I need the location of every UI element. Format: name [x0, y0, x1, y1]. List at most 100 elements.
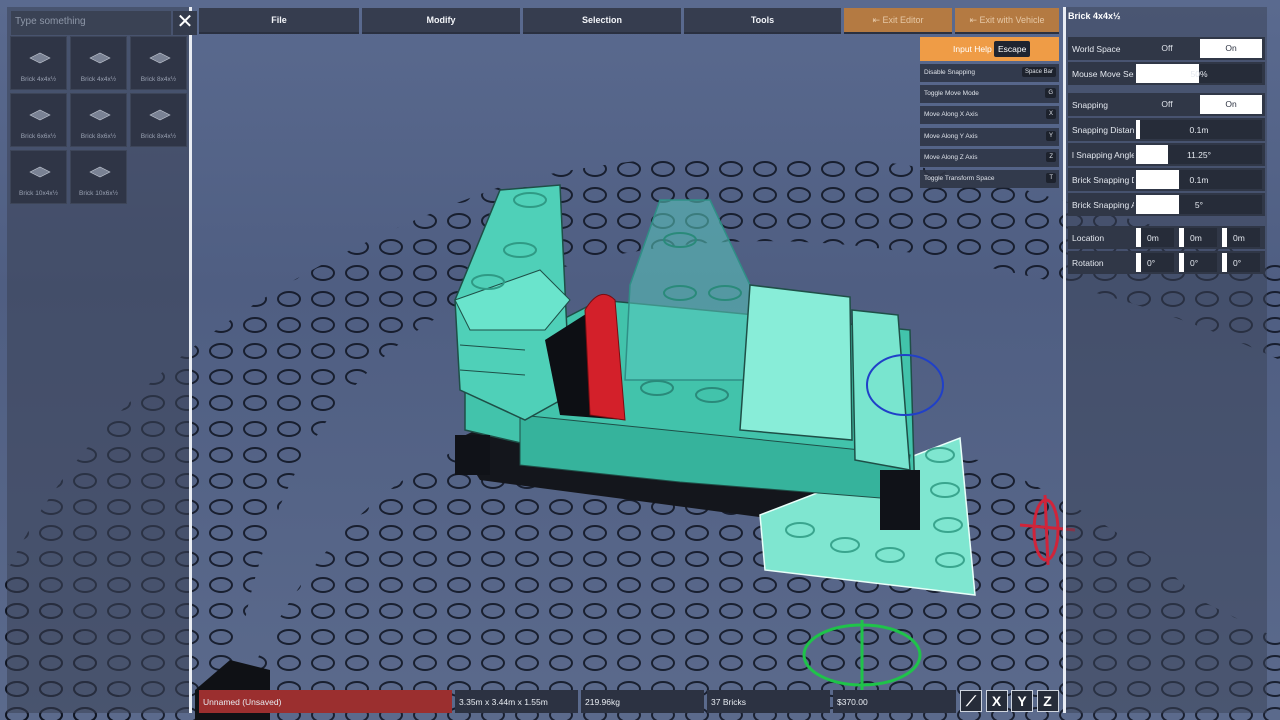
dimensions-status: 3.35m x 3.44m x 1.55m: [455, 690, 578, 713]
brick-tile[interactable]: Brick 10x4x½: [10, 150, 67, 204]
input-help-row-label: Move Along Z Axis: [924, 153, 978, 161]
brick-thumbnail-icon: [89, 52, 111, 64]
x-axis-icon[interactable]: X: [985, 690, 1008, 712]
location-y-field[interactable]: 0m: [1179, 228, 1217, 247]
input-help-row-label: Toggle Transform Space: [924, 175, 995, 182]
exit-with-vehicle-button[interactable]: ⇤ Exit with Vehicle: [955, 8, 1059, 34]
snapping-off-button[interactable]: Off: [1136, 95, 1198, 114]
input-help-row-key: Y: [1045, 130, 1056, 141]
snapping-label: Snapping: [1072, 100, 1108, 110]
input-help-row-key: Z: [1046, 151, 1056, 162]
snapping-row: Snapping Off On: [1068, 93, 1265, 116]
brick-snapping-angle-value: 5°: [1194, 200, 1204, 210]
brick-tile-label: Brick 10x4x½: [18, 190, 59, 197]
snapping-angle-value: 11.25°: [1186, 150, 1212, 160]
rotation-z-value: 0°: [1233, 258, 1242, 268]
input-help-row-label: Disable Snapping: [924, 69, 975, 76]
mouse-move-slider[interactable]: 50%: [1136, 64, 1262, 83]
input-help-button[interactable]: Input Help Escape: [920, 37, 1059, 61]
brick-thumbnail-icon: [29, 52, 51, 64]
brick-snapping-distance-value: 0.1m: [1189, 175, 1209, 185]
brick-tile[interactable]: Brick 10x6x½: [70, 150, 127, 204]
mouse-move-row: Mouse Move Sen 50%: [1068, 62, 1265, 85]
input-help-row-label: Toggle Move Mode: [924, 90, 979, 98]
brick-snapping-distance-row: Brick Snapping D 0.1m: [1068, 168, 1265, 191]
brick-snapping-angle-slider[interactable]: 5°: [1136, 195, 1262, 214]
location-y-value: 0m: [1190, 233, 1202, 243]
input-help-label: Input Help: [953, 44, 992, 54]
mouse-move-label: Mouse Move Sen: [1072, 69, 1134, 79]
location-z-value: 0m: [1233, 233, 1245, 243]
menu-selection[interactable]: Selection: [523, 8, 681, 34]
mass-status: 219.96kg: [581, 690, 704, 713]
snapping-distance-value: 0.1m: [1189, 125, 1209, 135]
menu-tools[interactable]: Tools: [684, 8, 841, 34]
world-space-off-button[interactable]: Off: [1136, 39, 1198, 58]
input-help-row-key: G: [1045, 88, 1056, 99]
brick-tile-label: Brick 8x4x½: [140, 76, 177, 83]
snapping-angle-slider[interactable]: 11.25°: [1136, 145, 1262, 164]
brick-tile[interactable]: Brick 8x6x½: [70, 93, 127, 147]
exit-editor-button[interactable]: ⇤ Exit Editor: [844, 8, 952, 34]
world-space-row: World Space Off On: [1068, 37, 1265, 60]
snapping-distance-slider[interactable]: 0.1m: [1136, 120, 1262, 139]
brick-snapping-distance-slider[interactable]: 0.1m: [1136, 170, 1262, 189]
input-help-row: Toggle Move Mode G: [920, 85, 1059, 104]
z-axis-icon[interactable]: Z: [1036, 690, 1059, 712]
brick-tile[interactable]: Brick 8x4x½: [130, 36, 187, 90]
world-space-label: World Space: [1072, 44, 1121, 54]
free-axis-icon[interactable]: ⟋: [960, 690, 982, 712]
brick-thumbnail-icon: [89, 109, 111, 121]
close-icon[interactable]: ✕: [173, 11, 197, 35]
menu-file[interactable]: File: [199, 8, 359, 34]
location-z-field[interactable]: 0m: [1222, 228, 1260, 247]
snapping-distance-row: Snapping Distanc 0.1m: [1068, 118, 1265, 141]
input-help-row: Disable Snapping Space Bar: [920, 64, 1059, 82]
brick-tile-label: Brick 6x6x½: [20, 133, 57, 140]
hood-brick: [739, 284, 853, 441]
brick-thumbnail-icon: [89, 166, 111, 178]
brick-tile-label: Brick 4x4x½: [20, 76, 57, 83]
brick-tile-label: Brick 8x6x½: [80, 133, 117, 140]
menu-modify[interactable]: Modify: [362, 8, 520, 34]
brick-tile-label: Brick 10x6x½: [78, 190, 119, 197]
brick-library-panel: Type something ✕ Brick 4x4x½ Brick 4x4x½ B…: [7, 7, 197, 713]
location-x-value: 0m: [1147, 233, 1159, 243]
brick-thumbnail-icon: [149, 109, 171, 121]
snapping-angle-row: l Snapping Angle 11.25°: [1068, 143, 1265, 166]
mouse-move-value: 50%: [1190, 69, 1208, 79]
brick-tile[interactable]: Brick 8x4x½: [130, 93, 187, 147]
brick-tile[interactable]: Brick 4x4x½: [10, 36, 67, 90]
location-x-field[interactable]: 0m: [1136, 228, 1174, 247]
rotation-y-value: 0°: [1190, 258, 1199, 268]
world-space-on-button[interactable]: On: [1200, 39, 1262, 58]
rotation-x-value: 0°: [1147, 258, 1156, 268]
input-help-row: Toggle Transform Space T: [920, 170, 1059, 188]
brick-tile-label: Brick 8x4x½: [140, 133, 177, 140]
search-input[interactable]: Type something: [11, 11, 171, 35]
brick-tile[interactable]: Brick 4x4x½: [70, 36, 127, 90]
input-help-row: Move Along Z Axis Z: [920, 148, 1059, 167]
input-help-row-key: T: [1046, 173, 1056, 183]
exit-icon: ⇤: [969, 15, 980, 25]
brick-tile[interactable]: Brick 6x6x½: [10, 93, 67, 147]
rotation-y-field[interactable]: 0°: [1179, 253, 1217, 272]
brick-tile-label: Brick 4x4x½: [80, 76, 117, 83]
rotation-z-field[interactable]: 0°: [1222, 253, 1260, 272]
input-help-row: Move Along Y Axis Y: [920, 127, 1059, 146]
exit-with-vehicle-label: Exit with Vehicle: [979, 15, 1045, 25]
brick-thumbnail-icon: [29, 166, 51, 178]
brick-grid: Brick 4x4x½ Brick 4x4x½ Brick 8x4x½ Brick 6…: [10, 36, 190, 204]
input-help-row-key: X: [1045, 109, 1056, 120]
y-axis-icon[interactable]: Y: [1011, 690, 1033, 712]
brick-thumbnail-icon: [29, 109, 51, 121]
input-help-row-label: Move Along Y Axis: [924, 132, 978, 140]
rotation-label: Rotation: [1072, 258, 1104, 268]
snapping-on-button[interactable]: On: [1200, 95, 1262, 114]
rotation-x-field[interactable]: 0°: [1136, 253, 1174, 272]
brick-thumbnail-icon: [149, 52, 171, 64]
brick-count-status: 37 Bricks: [707, 690, 830, 713]
snapping-distance-label: Snapping Distanc: [1072, 125, 1134, 135]
input-help-row-key: Space Bar: [1021, 67, 1056, 77]
exit-editor-label: Exit Editor: [882, 15, 924, 25]
